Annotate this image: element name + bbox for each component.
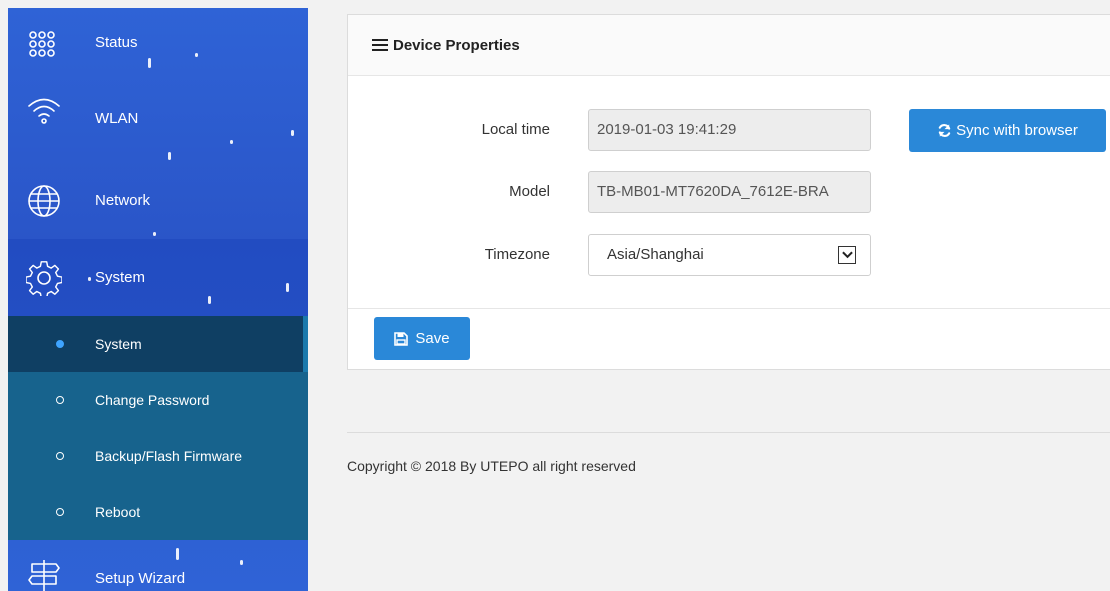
dots-grid-icon: [29, 31, 55, 57]
sparkle: [195, 53, 198, 57]
submenu-item-label: Reboot: [95, 504, 141, 520]
sync-button-label: Sync with browser: [956, 122, 1078, 139]
submenu-item-system[interactable]: System: [8, 316, 308, 372]
bullet-icon: [56, 340, 64, 348]
sparkle: [208, 296, 211, 304]
sidebar-item-label: Setup Wizard: [95, 570, 186, 587]
sparkle: [230, 140, 233, 144]
refresh-icon: [938, 124, 951, 137]
bullet-icon: [56, 396, 64, 404]
system-submenu: System Change Password Backup/Flash Firm…: [8, 316, 308, 540]
footer-divider: [347, 432, 1110, 433]
sidebar-item-label: WLAN: [95, 110, 139, 127]
save-button[interactable]: Save: [374, 317, 470, 360]
sparkle: [88, 277, 91, 281]
panel-divider: [348, 308, 1110, 309]
bullet-icon: [56, 452, 64, 460]
sparkle: [168, 152, 171, 160]
timezone-label: Timezone: [484, 246, 550, 263]
sidebar-item-wlan[interactable]: WLAN: [8, 85, 308, 162]
bullet-icon: [56, 508, 64, 516]
sparkle: [153, 232, 156, 236]
sidebar-item-system[interactable]: System: [8, 239, 308, 316]
local-time-label: Local time: [481, 121, 550, 138]
device-properties-panel: Device Properties Local time 2019-01-03 …: [347, 14, 1110, 370]
model-field[interactable]: TB-MB01-MT7620DA_7612E-BRA: [588, 171, 871, 213]
local-time-row: Local time 2019-01-03 19:41:29 Sync with…: [348, 109, 1110, 152]
model-row: Model TB-MB01-MT7620DA_7612E-BRA: [348, 171, 1110, 213]
gear-icon: [26, 260, 62, 296]
sparkle: [240, 560, 243, 565]
submenu-item-backup-flash-firmware[interactable]: Backup/Flash Firmware: [8, 428, 308, 484]
submenu-item-change-password[interactable]: Change Password: [8, 372, 308, 428]
sidebar-item-label: Status: [95, 34, 138, 51]
timezone-select[interactable]: Asia/Shanghai: [588, 234, 871, 276]
sync-with-browser-button[interactable]: Sync with browser: [909, 109, 1106, 152]
sparkle: [176, 548, 179, 560]
floppy-disk-icon: [394, 331, 409, 346]
sidebar: Status WLAN Network System System Change…: [8, 8, 308, 591]
sidebar-item-network[interactable]: Network: [8, 162, 308, 239]
sparkle: [286, 283, 289, 292]
signpost-icon: [28, 560, 60, 591]
panel-title: Device Properties: [393, 36, 520, 54]
panel-header: Device Properties: [348, 15, 1110, 76]
submenu-item-reboot[interactable]: Reboot: [8, 484, 308, 540]
list-icon: [372, 39, 388, 51]
submenu-item-label: Change Password: [95, 392, 210, 408]
sidebar-item-status[interactable]: Status: [8, 8, 308, 85]
wifi-icon: [28, 98, 60, 124]
globe-icon: [28, 184, 60, 217]
sparkle: [148, 58, 151, 68]
local-time-field[interactable]: 2019-01-03 19:41:29: [588, 109, 871, 151]
sidebar-item-label: Network: [95, 192, 151, 209]
sidebar-item-label: System: [95, 269, 146, 286]
timezone-row: Timezone Asia/Shanghai: [348, 234, 1110, 276]
sparkle: [291, 130, 294, 136]
chevron-down-icon[interactable]: [838, 246, 856, 264]
submenu-item-label: System: [95, 336, 142, 352]
timezone-selected-value: Asia/Shanghai: [607, 246, 704, 263]
sidebar-item-setup-wizard[interactable]: Setup Wizard: [8, 540, 308, 591]
model-label: Model: [509, 183, 550, 200]
copyright-text: Copyright © 2018 By UTEPO all right rese…: [347, 458, 636, 474]
save-button-label: Save: [415, 330, 450, 347]
submenu-item-label: Backup/Flash Firmware: [95, 448, 243, 464]
